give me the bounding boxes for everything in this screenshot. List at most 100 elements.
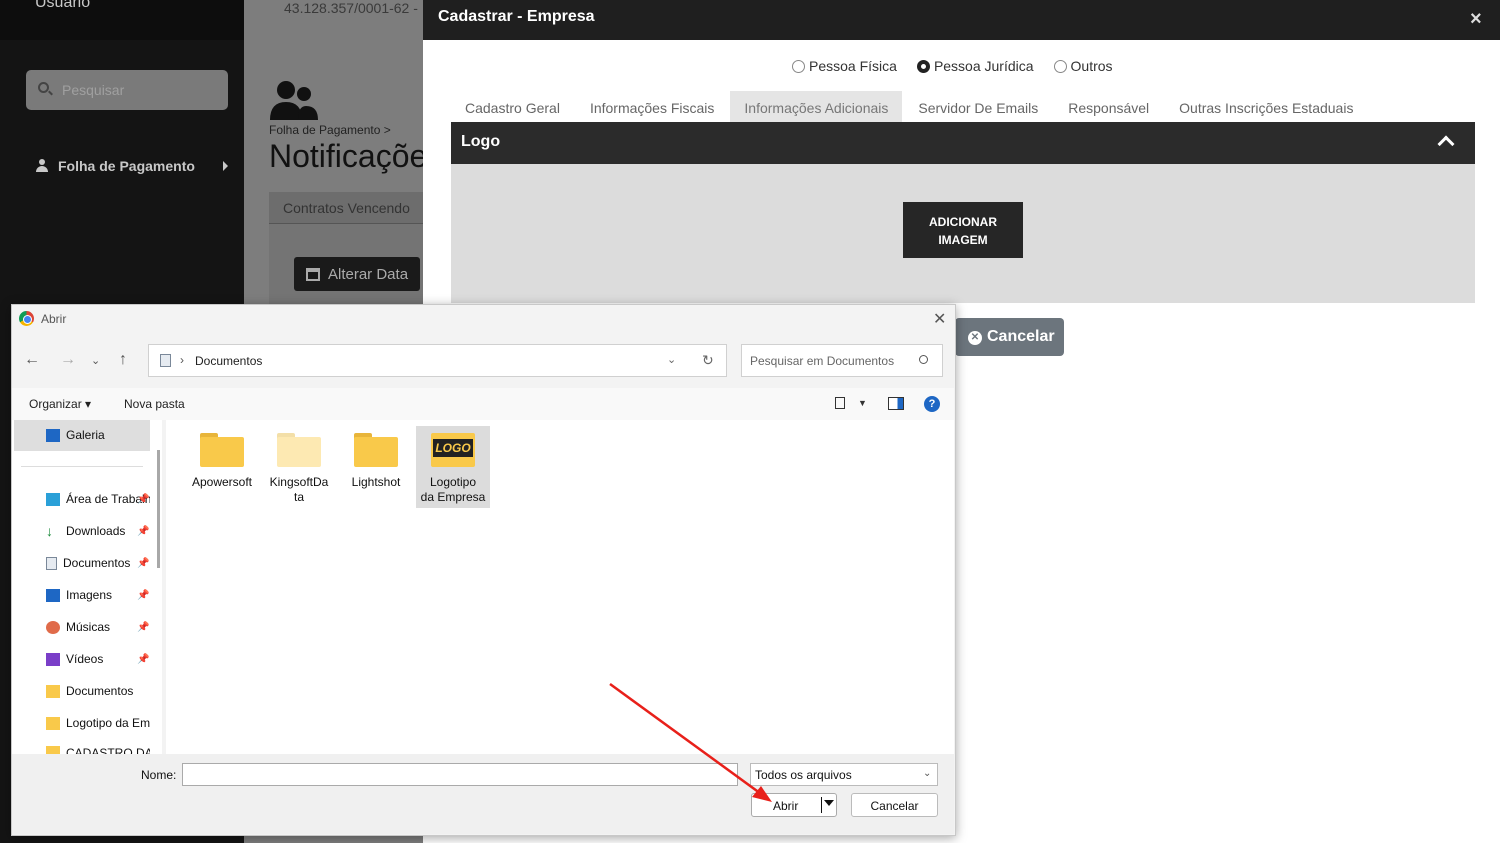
logo-folder-thumbnail: LOGO [431,433,475,467]
file-item-logotipo-da-empresa[interactable]: LOGO Logotipo da Empresa [416,426,490,508]
desktop-icon [46,492,60,506]
new-folder-button[interactable]: Nova pasta [124,397,185,411]
folder-icon [46,746,60,754]
dialog-close-icon[interactable]: ✕ [933,309,946,329]
tab-outras-inscricoes[interactable]: Outras Inscrições Estaduais [1165,91,1367,123]
nav-item-logotipo-folder[interactable]: Logotipo da Empresa [46,716,150,730]
page-title: Notificaçõe [269,138,428,174]
tab-cadastro-geral[interactable]: Cadastro Geral [451,91,574,123]
dialog-cancel-button[interactable]: Cancelar [851,793,938,817]
logo-section-header[interactable]: Logo [451,122,1475,164]
address-bar[interactable]: › Documentos ⌄ ↻ [148,344,727,377]
nav-item-galeria-label[interactable]: Galeria [46,428,150,442]
dialog-search-input[interactable]: Pesquisar em Documentos [741,344,943,377]
folder-icon [46,716,60,730]
recent-dropdown-icon[interactable]: ⌄ [91,354,100,367]
documents-icon [46,556,57,570]
address-path: Documentos [195,354,263,368]
download-icon: ↓ [46,524,53,538]
modal-tabs: Cadastro Geral Informações Fiscais Infor… [451,91,1369,123]
caret-down-icon[interactable] [824,800,834,806]
radio-pessoa-juridica[interactable]: Pessoa Jurídica [916,58,1034,74]
sidebar-item-label: Folha de Pagamento [58,158,195,174]
tab-responsavel[interactable]: Responsável [1054,91,1163,123]
nav-item-videos[interactable]: Vídeos [46,652,150,666]
users-icon [270,81,318,120]
organize-menu[interactable]: Organizar ▾ [29,397,91,411]
dialog-title: Abrir [41,312,67,326]
divider [21,466,143,467]
view-mode-icon[interactable] [835,397,845,409]
pin-icon[interactable]: 📌 [137,494,149,505]
split-divider [821,797,822,813]
caret-down-icon[interactable]: ▼ [858,398,867,408]
sidebar-item-folha-de-pagamento[interactable]: Folha de Pagamento [36,158,228,174]
back-arrow-icon[interactable]: ← [24,351,40,369]
chevron-down-icon[interactable]: ⌄ [667,353,676,366]
alterar-data-button[interactable]: Alterar Data [294,257,420,291]
user-icon [36,159,48,173]
folder-icon [277,433,321,467]
close-icon[interactable]: × [1470,8,1482,31]
calendar-icon [306,268,320,281]
company-cnpj: 43.128.357/0001-62 - [284,0,418,16]
search-icon [919,355,928,364]
chrome-icon [19,311,34,326]
file-item-lightshot[interactable]: Lightshot [339,426,413,508]
nav-item-desktop[interactable]: Área de Trabalho [46,492,150,506]
folder-icon [354,433,398,467]
radio-circle-icon [792,59,805,73]
nav-item-documentos-folder[interactable]: Documentos [46,684,150,698]
radio-pessoa-fisica[interactable]: Pessoa Física [792,58,897,74]
nav-item-documentos[interactable]: Documentos [46,556,150,570]
pin-icon[interactable]: 📌 [137,622,149,633]
folder-icon [200,433,244,467]
refresh-icon[interactable]: ↻ [702,352,714,369]
person-type-radio-group: Pessoa Física Pessoa Jurídica Outros [792,58,1133,74]
tab-servidor-de-emails[interactable]: Servidor De Emails [904,91,1052,123]
pin-icon[interactable]: 📌 [137,526,149,537]
pictures-icon [46,588,60,602]
radio-outros[interactable]: Outros [1053,58,1113,74]
modal-cancel-button[interactable]: ✕ Cancelar [955,318,1064,356]
pin-icon[interactable]: 📌 [137,654,149,665]
add-image-button[interactable]: ADICIONAR IMAGEM [903,202,1023,258]
preview-pane-icon[interactable] [888,397,904,410]
sidebar-search-input[interactable]: Pesquisar [26,70,228,110]
video-icon [46,652,60,666]
navigation-pane [12,420,162,754]
music-icon [46,620,60,634]
folder-icon [46,684,60,698]
documents-icon [160,354,171,367]
tab-contratos-vencendo[interactable]: Contratos Vencendo [269,192,429,224]
nav-item-imagens[interactable]: Imagens [46,588,150,602]
radio-selected-icon [916,59,930,73]
up-arrow-icon[interactable]: ↑ [119,351,127,369]
tab-informacoes-adicionais[interactable]: Informações Adicionais [730,91,903,123]
times-circle-icon: ✕ [968,331,982,345]
nav-item-downloads[interactable]: ↓ Downloads [46,524,150,538]
gallery-icon [46,428,60,442]
tab-informacoes-fiscais[interactable]: Informações Fiscais [576,91,728,123]
user-label: Usuário [35,0,91,11]
nav-scrollbar[interactable] [157,450,160,568]
caret-right-icon [222,161,228,171]
file-name-input[interactable] [182,763,738,786]
forward-arrow-icon[interactable]: → [60,351,76,369]
breadcrumb[interactable]: Folha de Pagamento > [269,123,391,137]
file-type-select[interactable]: Todos os arquivos ⌄ [750,763,938,786]
radio-circle-icon [1053,59,1067,73]
file-name-label: Nome: [141,768,177,782]
nav-item-musicas[interactable]: Músicas [46,620,150,634]
chevron-down-icon: ⌄ [923,768,932,779]
open-button[interactable]: Abrir [751,793,837,817]
pin-icon[interactable]: 📌 [137,590,149,601]
file-item-kingsoftdata[interactable]: KingsoftDa ta [262,426,336,508]
chevron-right-icon: › [180,353,184,367]
modal-title: Cadastrar - Empresa [438,8,595,25]
help-icon[interactable]: ? [924,396,940,412]
search-icon [38,82,49,93]
nav-item-cadastro-folder[interactable]: CADASTRO DA [46,746,150,754]
file-item-apowersoft[interactable]: Apowersoft [185,426,259,508]
pin-icon[interactable]: 📌 [137,558,149,569]
